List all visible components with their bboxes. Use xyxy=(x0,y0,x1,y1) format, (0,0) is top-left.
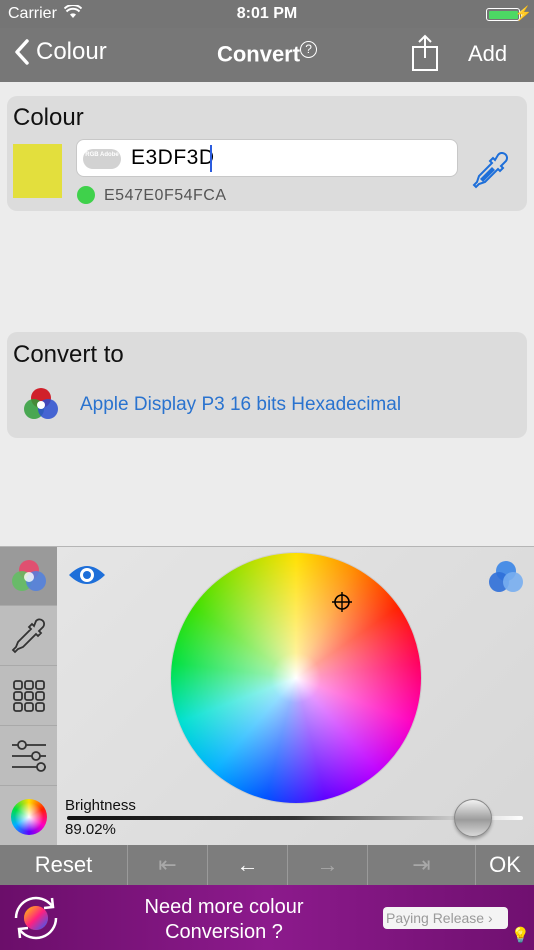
colour-swatch[interactable] xyxy=(13,144,62,198)
brightness-slider-thumb[interactable] xyxy=(453,799,492,837)
refresh-colour-icon xyxy=(14,896,58,940)
eyedropper-icon xyxy=(11,618,45,654)
tab-colour-wheel[interactable] xyxy=(0,787,57,846)
colour-heading: Colour xyxy=(13,104,84,131)
charging-icon: ⚡ xyxy=(514,5,532,21)
converted-value: E547E0F54FCA xyxy=(104,187,227,204)
help-icon[interactable]: ? xyxy=(300,41,318,58)
colour-blend-icon[interactable] xyxy=(487,559,525,595)
tab-grid[interactable] xyxy=(0,667,57,726)
tab-eyedropper[interactable] xyxy=(0,607,57,666)
ok-button[interactable]: OK xyxy=(476,845,534,885)
eye-icon[interactable] xyxy=(67,561,107,589)
promo-text: Need more colour Conversion ? xyxy=(144,896,304,943)
tab-colour-mix[interactable] xyxy=(0,547,57,606)
colour-wheel-icon xyxy=(10,798,47,835)
sliders-icon xyxy=(11,740,46,772)
bottom-toolbar: Reset ⇤ ← → ⇥ OK xyxy=(0,845,534,885)
convert-heading: Convert to xyxy=(13,341,124,368)
status-bar: Carrier 8:01 PM ⚡ xyxy=(0,0,534,28)
paying-release-button[interactable]: Paying Release › xyxy=(383,907,508,929)
status-dot xyxy=(77,186,95,204)
previous-button[interactable]: ← xyxy=(208,845,288,885)
lightbulb-icon: 💡 xyxy=(511,927,530,944)
hex-input-value[interactable]: E3DF3D xyxy=(131,146,215,170)
page-title: Convert? xyxy=(0,41,534,67)
next-button[interactable]: → xyxy=(288,845,368,885)
crosshair-icon[interactable] xyxy=(331,591,353,613)
hex-input[interactable]: RGB Adobe E3DF3D xyxy=(76,139,458,177)
colour-mix-icon[interactable] xyxy=(21,384,61,424)
reset-button[interactable]: Reset xyxy=(0,845,128,885)
eyedropper-icon[interactable] xyxy=(471,152,511,192)
text-caret xyxy=(210,145,212,172)
last-button[interactable]: ⇥ xyxy=(368,845,476,885)
convert-target-link[interactable]: Apple Display P3 16 bits Hexadecimal xyxy=(80,394,401,416)
promo-banner[interactable]: Need more colour Conversion ? Paying Rel… xyxy=(0,885,534,950)
clock: 8:01 PM xyxy=(236,5,298,22)
colour-mix-icon xyxy=(11,560,46,591)
navigation-bar: Colour Convert? Add xyxy=(0,28,534,82)
add-button[interactable]: Add xyxy=(468,41,507,67)
colour-card: Colour RGB Adobe E3DF3D E547E0F54FCA xyxy=(7,96,527,211)
grid-icon xyxy=(12,680,45,712)
first-button[interactable]: ⇤ xyxy=(128,845,208,885)
brightness-label: Brightness xyxy=(65,797,136,814)
brightness-value: 89.02% xyxy=(65,821,116,838)
picker-tab-bar xyxy=(0,547,57,846)
share-icon[interactable] xyxy=(410,34,440,72)
colour-wheel[interactable] xyxy=(171,553,421,803)
picker-main-area: Brightness 89.02% xyxy=(57,547,534,846)
convert-card: Convert to Apple Display P3 16 bits Hexa… xyxy=(7,332,527,438)
colour-picker-panel: Brightness 89.02% xyxy=(0,546,534,846)
colour-space-badge[interactable]: RGB Adobe xyxy=(83,149,121,169)
tab-sliders[interactable] xyxy=(0,727,57,786)
